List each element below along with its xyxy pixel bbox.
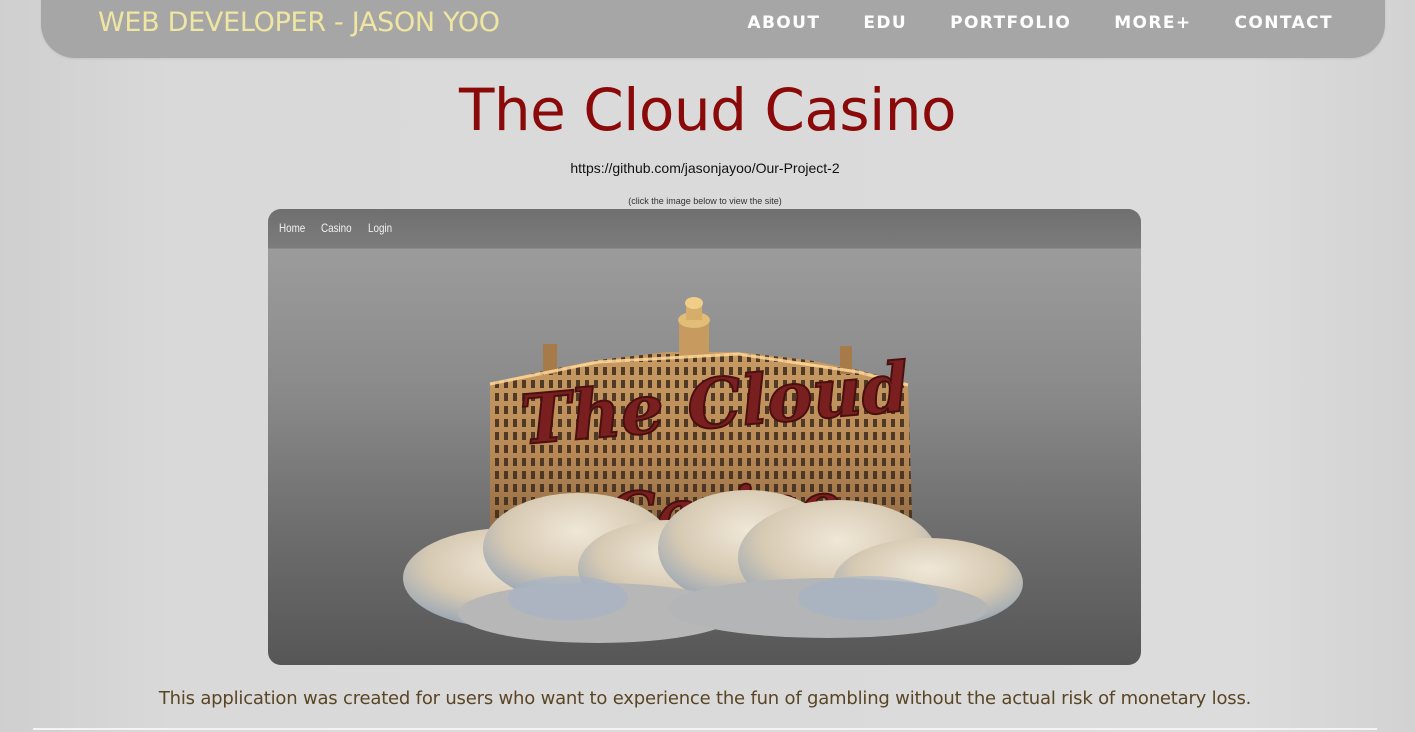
preview-nav-links: Home Casino Login (279, 221, 408, 235)
nav-links: ABOUT EDU PORTFOLIO MORE+ CONTACT (704, 13, 1333, 33)
preview-nav-login: Login (368, 221, 393, 235)
top-navbar: WEB DEVELOPER - JASON YOO ABOUT EDU PORT… (41, 0, 1385, 58)
casino-logo-art: The Cloud Casino (403, 297, 1023, 643)
preview-hint: (click the image below to view the site) (628, 196, 782, 206)
nav-link-contact[interactable]: CONTACT (1235, 13, 1333, 33)
page-title: The Cloud Casino (458, 76, 957, 144)
github-repo-link[interactable]: https://github.com/jasonjayoo/Our-Projec… (0, 160, 1410, 176)
brand-link[interactable]: WEB DEVELOPER - JASON YOO (98, 7, 500, 38)
nav-link-edu[interactable]: EDU (863, 13, 907, 33)
nav-link-portfolio[interactable]: PORTFOLIO (950, 13, 1071, 33)
preview-navbar: Home Casino Login (268, 209, 1141, 249)
preview-nav-casino: Casino (321, 221, 352, 235)
nav-link-about[interactable]: ABOUT (747, 13, 820, 33)
preview-nav-home: Home (279, 221, 306, 235)
project-description: This application was created for users w… (158, 688, 1252, 709)
project-preview-image[interactable]: Home Casino Login The Cloud (268, 209, 1141, 665)
nav-link-more[interactable]: MORE+ (1114, 13, 1191, 33)
divider (33, 728, 1377, 730)
